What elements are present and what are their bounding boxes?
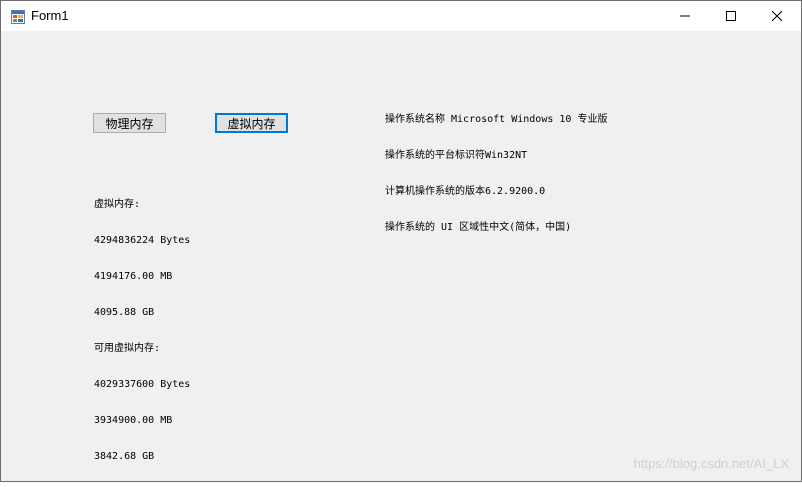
winforms-app-icon	[11, 9, 25, 24]
available-virtual-memory-heading: 可用虚拟内存:	[94, 343, 161, 354]
os-version-line: 计算机操作系统的版本6.2.9200.0	[385, 186, 546, 197]
maximize-icon	[726, 11, 736, 21]
close-icon	[772, 11, 782, 21]
app-window: Form1 物理内存 虚拟内存 操作系统名称 Microsoft Windows…	[0, 0, 802, 482]
os-platform-line: 操作系统的平台标识符Win32NT	[385, 150, 528, 161]
title-bar[interactable]: Form1	[1, 1, 801, 31]
maximize-button[interactable]	[708, 1, 754, 31]
window-title: Form1	[31, 8, 69, 23]
os-name-line: 操作系统名称 Microsoft Windows 10 专业版	[385, 114, 608, 125]
virtual-memory-gb: 4095.88 GB	[94, 307, 155, 318]
virtual-memory-heading: 虚拟内存:	[94, 199, 141, 210]
minimize-icon	[680, 15, 690, 17]
physical-memory-button[interactable]: 物理内存	[93, 113, 166, 133]
available-virtual-memory-mb: 3934900.00 MB	[94, 415, 173, 426]
os-info-label: 操作系统名称 Microsoft Windows 10 专业版 操作系统的平台标…	[385, 90, 607, 258]
virtual-memory-mb: 4194176.00 MB	[94, 271, 173, 282]
available-virtual-memory-bytes: 4029337600 Bytes	[94, 379, 191, 390]
minimize-button[interactable]	[662, 1, 708, 31]
virtual-memory-button[interactable]: 虚拟内存	[215, 113, 288, 133]
os-ui-culture-line: 操作系统的 UI 区域性中文(简体，中国)	[385, 222, 572, 233]
available-virtual-memory-gb: 3842.68 GB	[94, 451, 155, 462]
watermark: https://blog.csdn.net/AI_LX	[633, 456, 789, 471]
close-button[interactable]	[754, 1, 800, 31]
memory-info-label: 虚拟内存: 4294836224 Bytes 4194176.00 MB 409…	[94, 175, 190, 487]
virtual-memory-bytes: 4294836224 Bytes	[94, 235, 191, 246]
